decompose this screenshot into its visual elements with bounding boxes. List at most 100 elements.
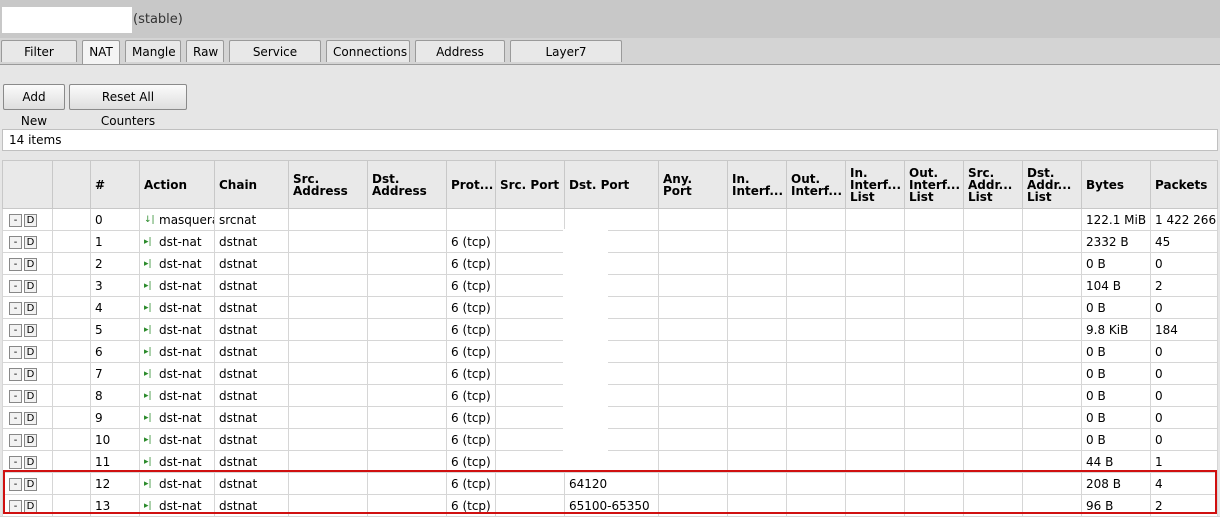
remove-button[interactable]: -: [9, 499, 22, 513]
tab-address-lists[interactable]: Address Lists: [415, 40, 505, 81]
action-label: dst-nat: [159, 344, 202, 359]
table-row[interactable]: - D 8 ▸| dst-nat dstnat 6 (tcp) 0 B0: [2, 384, 1218, 407]
column-header[interactable]: Any. Port: [658, 160, 728, 209]
disable-button[interactable]: D: [24, 279, 37, 293]
src-address-list-cell: [963, 230, 1023, 253]
remove-button[interactable]: -: [9, 411, 22, 425]
protocol-cell: 6 (tcp): [446, 450, 496, 473]
disable-button[interactable]: D: [24, 477, 37, 491]
column-header[interactable]: Out. Interf... List: [904, 160, 964, 209]
disable-button[interactable]: D: [24, 455, 37, 469]
tab-service-ports[interactable]: Service Ports: [229, 40, 321, 81]
remove-button[interactable]: -: [9, 389, 22, 403]
table-row[interactable]: - D 5 ▸| dst-nat dstnat 6 (tcp) 9.8 KiB 184: [2, 318, 1218, 341]
remove-button[interactable]: -: [9, 279, 22, 293]
action-label: dst-nat: [159, 300, 202, 315]
table-row[interactable]: - D 12 ▸| dst-nat dstnat 6 (tcp) 64120 208 B4: [2, 472, 1218, 495]
column-header[interactable]: Prot...: [446, 160, 496, 209]
disable-button[interactable]: D: [24, 235, 37, 249]
disable-button[interactable]: D: [24, 411, 37, 425]
table-row[interactable]: - D 2 ▸| dst-nat dstnat 6 (tcp) 0 B0: [2, 252, 1218, 275]
in-interface-cell: [727, 428, 787, 451]
disable-button[interactable]: D: [24, 367, 37, 381]
remove-button[interactable]: -: [9, 345, 22, 359]
disable-button[interactable]: D: [24, 301, 37, 315]
table-row[interactable]: - D 3 ▸| dst-nat dstnat 6 (tcp) 104 B2: [2, 274, 1218, 297]
any-port-cell: [658, 406, 728, 429]
out-interface-cell: [786, 406, 846, 429]
remove-button[interactable]: -: [9, 367, 22, 381]
tab-raw[interactable]: Raw: [186, 40, 224, 62]
disable-button[interactable]: D: [24, 389, 37, 403]
column-header[interactable]: Dst. Addr... List: [1022, 160, 1082, 209]
disable-button[interactable]: D: [24, 499, 37, 513]
column-header[interactable]: #: [90, 160, 140, 209]
column-header[interactable]: Chain: [214, 160, 289, 209]
disable-button[interactable]: D: [24, 345, 37, 359]
remove-button[interactable]: -: [9, 301, 22, 315]
table-row[interactable]: - D 7 ▸| dst-nat dstnat 6 (tcp) 0 B0: [2, 362, 1218, 385]
packets-cell: 0: [1150, 362, 1218, 385]
column-header[interactable]: Action: [139, 160, 215, 209]
table-row[interactable]: - D 11 ▸| dst-nat dstnat 6 (tcp) 44 B1: [2, 450, 1218, 473]
column-header[interactable]: Src. Addr... List: [963, 160, 1023, 209]
column-header[interactable]: In. Interf... List: [845, 160, 905, 209]
column-header[interactable]: Dst. Address: [367, 160, 447, 209]
tab-nat[interactable]: NAT: [82, 40, 120, 64]
src-address-list-cell: [963, 450, 1023, 473]
disable-button[interactable]: D: [24, 213, 37, 227]
column-header[interactable]: Dst. Port: [564, 160, 659, 209]
in-interface-cell: [727, 472, 787, 495]
table-row[interactable]: -D 0 ↓| masqueradesrcnat 122.1 MiB1 422 266: [2, 208, 1218, 231]
any-port-cell: [658, 318, 728, 341]
tab-filter-rules[interactable]: Filter Rules: [1, 40, 77, 81]
action-label: masquerade: [159, 212, 214, 227]
remove-button[interactable]: -: [9, 323, 22, 337]
bytes-cell: 208 B: [1081, 472, 1151, 495]
remove-button[interactable]: -: [9, 433, 22, 447]
table-row[interactable]: - D 13 ▸| dst-nat dstnat 6 (tcp) 65100-65350 96 …: [2, 494, 1218, 517]
table-row[interactable]: - D 1 ▸| dst-nat dstnat 6 (tcp) 2332 B 45: [2, 230, 1218, 253]
dst-address-list-cell: [1022, 362, 1082, 385]
tab-connections[interactable]: Connections: [326, 40, 410, 62]
in-interface-list-cell: [845, 340, 905, 363]
remove-button[interactable]: -: [9, 477, 22, 491]
in-interface-cell: [727, 318, 787, 341]
src-address-list-cell: [963, 318, 1023, 341]
protocol-cell: 6 (tcp): [446, 384, 496, 407]
remove-button[interactable]: -: [9, 257, 22, 271]
packets-cell: 1: [1150, 450, 1218, 473]
table-body: -D0↓|masqueradesrcnat122.1 MiB1 422 266-…: [2, 208, 1218, 517]
table-row[interactable]: - D 4 ▸| dst-nat dstnat 6 (tcp) 0 B0: [2, 296, 1218, 319]
dst-address-cell: [367, 296, 447, 319]
disable-button[interactable]: D: [24, 257, 37, 271]
column-header[interactable]: In. Interf...: [727, 160, 787, 209]
column-header[interactable]: Out. Interf...: [786, 160, 846, 209]
remove-button[interactable]: -: [9, 455, 22, 469]
row-controls: -D: [2, 428, 53, 451]
remove-button[interactable]: -: [9, 213, 22, 227]
rule-number: 4: [90, 296, 140, 319]
reset-all-counters-button[interactable]: Reset All Counters: [69, 84, 187, 128]
table-row[interactable]: - D 6 ▸| dst-nat dstnat 6 (tcp) 0 B0: [2, 340, 1218, 363]
column-header[interactable]: Src. Port: [495, 160, 565, 209]
column-header[interactable]: [52, 160, 91, 209]
out-interface-cell: [786, 296, 846, 319]
tab-layer7-protocols[interactable]: Layer7 Protocols: [510, 40, 622, 81]
column-header[interactable]: Packets: [1150, 160, 1218, 209]
tab-mangle[interactable]: Mangle: [125, 40, 181, 62]
column-header[interactable]: Src. Address: [288, 160, 368, 209]
table-row[interactable]: - D 10 ▸| dst-nat dstnat 6 (tcp) 0 B0: [2, 428, 1218, 451]
column-header[interactable]: Bytes: [1081, 160, 1151, 209]
remove-button[interactable]: -: [9, 235, 22, 249]
title-bar: (stable): [0, 0, 1220, 38]
packets-cell: 0: [1150, 428, 1218, 451]
column-header[interactable]: [2, 160, 53, 209]
disable-button[interactable]: D: [24, 433, 37, 447]
row-controls: -D: [2, 340, 53, 363]
table-row[interactable]: - D 9 ▸| dst-nat dstnat 6 (tcp) 0 B0: [2, 406, 1218, 429]
out-interface-list-cell: [904, 428, 964, 451]
disable-button[interactable]: D: [24, 323, 37, 337]
add-new-button[interactable]: Add New: [3, 84, 65, 128]
rule-number: 3: [90, 274, 140, 297]
